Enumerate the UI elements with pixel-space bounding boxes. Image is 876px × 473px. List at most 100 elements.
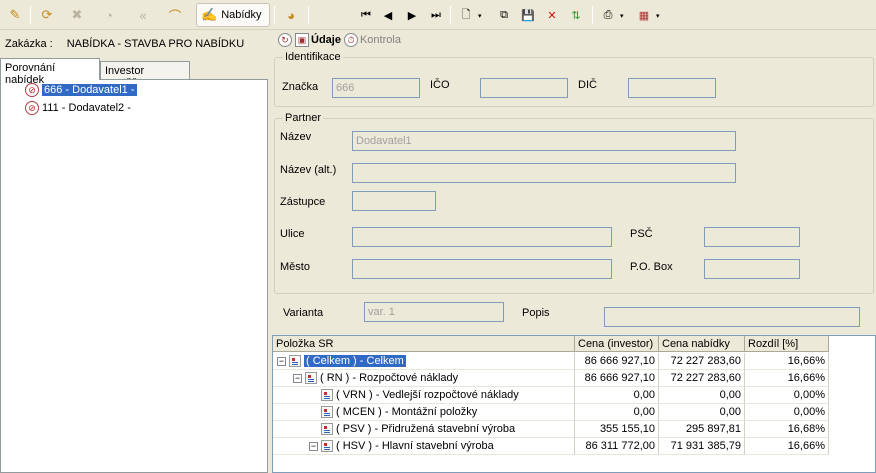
collapse-toggle-icon[interactable]: − [277, 356, 286, 366]
varianta-field[interactable]: var. 1 [364, 302, 504, 322]
dic-field[interactable] [628, 78, 716, 98]
budget-item-icon [289, 355, 301, 368]
row-label: ( MCEN ) - Montážní položky [336, 406, 478, 418]
cell-rozdil: 0,00% [745, 404, 829, 421]
cell-polozka: − ( Celkem ) - Celkem [273, 353, 575, 370]
toolbar-separator [592, 6, 593, 24]
left-tabs: Porovnání nabídek Investor soutěže [0, 58, 268, 89]
cell-rozdil: 0,00% [745, 387, 829, 404]
save-icon[interactable]: 💾 [518, 4, 538, 26]
collapse-toggle-icon[interactable]: − [293, 373, 302, 383]
nabidky-button[interactable]: ✍ Nabídky [196, 3, 270, 27]
nabidky-label: Nabídky [221, 9, 262, 21]
cell-polozka: − ( HSV ) - Hlavní stavební výroba [273, 438, 575, 455]
row-label: ( HSV ) - Hlavní stavební výroba [336, 440, 494, 452]
new-document-icon[interactable]: 🗋 [456, 4, 476, 26]
zastupce-field[interactable] [352, 191, 436, 211]
cancel-icon[interactable]: ✕ [542, 4, 562, 26]
tree-item[interactable]: ⊘ 111 - Dodavatel2 - [25, 100, 131, 116]
ico-field[interactable] [480, 78, 568, 98]
pobox-field[interactable] [704, 259, 800, 279]
polozky-grid: Položka SR Cena (investor) Cena nabídky … [272, 335, 876, 473]
table-row[interactable]: − ( HSV ) - Hlavní stavební výroba 86 311 … [273, 438, 875, 455]
row-label: ( Celkem ) - Celkem [304, 355, 406, 367]
print-icon[interactable]: ⎙ [598, 4, 618, 26]
row-label: ( RN ) - Rozpočtové náklady [320, 372, 459, 384]
print-dropdown-icon[interactable]: ▾ [620, 12, 626, 20]
nazev-field[interactable]: Dodavatel1 [352, 131, 736, 151]
cell-investor: 86 666 927,10 [575, 370, 659, 387]
new-dropdown-icon[interactable]: ▾ [478, 12, 484, 20]
cell-nabidka: 295 897,81 [659, 421, 745, 438]
cell-investor: 0,00 [575, 404, 659, 421]
detail-tabs: ↻ ▣ Údaje ⏱ Kontrola [272, 30, 876, 50]
tab-investor-souteze[interactable]: Investor soutěže [100, 61, 190, 89]
zakazka-header: Zakázka : NABÍDKA - STAVBA PRO NABÍDKU [0, 30, 268, 58]
cell-investor: 86 666 927,10 [575, 353, 659, 370]
dodavatel-tree: ⊘ 666 - Dodavatel1 - ⊘ 111 - Dodavatel2 … [0, 79, 268, 473]
reload-tab-icon[interactable]: ↻ [278, 33, 292, 47]
nabidky-icon: ✍ [201, 7, 218, 22]
refresh-icon[interactable]: ⟳ [36, 4, 58, 26]
delete-icon[interactable]: ✖ [66, 4, 88, 26]
ulice-label: Ulice [280, 228, 305, 240]
nazev-alt-field[interactable] [352, 163, 736, 183]
ulice-field[interactable] [352, 227, 612, 247]
cycle-icon[interactable]: ◔ [98, 4, 120, 26]
tab-porovnani-nabidek[interactable]: Porovnání nabídek [0, 58, 100, 86]
popis-label: Popis [522, 307, 550, 319]
table-row[interactable]: ( VRN ) - Vedlejší rozpočtové náklady 0,0… [273, 387, 875, 404]
tab-kontrola[interactable]: ⏱ Kontrola [343, 33, 401, 47]
cell-nabidka: 72 227 283,60 [659, 370, 745, 387]
psc-field[interactable] [704, 227, 800, 247]
kontrola-icon: ⏱ [343, 33, 358, 47]
budget-item-icon [321, 389, 333, 402]
cell-rozdil: 16,66% [745, 370, 829, 387]
last-record-icon[interactable]: ⏭ [426, 4, 446, 26]
first-record-icon[interactable]: ⏮ [356, 4, 376, 26]
cell-nabidka: 71 931 385,79 [659, 438, 745, 455]
cycle-icon: ↻ [278, 33, 292, 47]
znacka-field[interactable]: 666 [332, 78, 420, 98]
column-header-cena-investor[interactable]: Cena (investor) [575, 336, 659, 352]
export-icon[interactable]: ▦ [634, 4, 654, 26]
ico-label: IČO [430, 79, 450, 91]
table-row[interactable]: − ( RN ) - Rozpočtové náklady 86 666 927,1… [273, 370, 875, 387]
mesto-field[interactable] [352, 259, 612, 279]
edit-pencil-icon[interactable]: ✎ [4, 4, 26, 26]
export-dropdown-icon[interactable]: ▾ [656, 12, 662, 20]
arch-icon[interactable]: ⌒ [164, 4, 186, 26]
tab-label: Údaje [311, 34, 341, 46]
row-label: ( PSV ) - Přidružená stavební výroba [336, 423, 516, 435]
budget-item-icon [321, 423, 333, 436]
column-header-cena-nabidky[interactable]: Cena nabídky [659, 336, 745, 352]
cell-investor: 0,00 [575, 387, 659, 404]
table-row[interactable]: − ( Celkem ) - Celkem 86 666 927,10 72 227 … [273, 353, 875, 370]
supplier-icon: ⊘ [25, 101, 39, 115]
copy-icon[interactable]: ⧉ [494, 4, 514, 26]
nazev-alt-label: Název (alt.) [280, 164, 337, 176]
column-header-polozka[interactable]: Položka SR [273, 336, 575, 352]
collapse-toggle-icon[interactable]: − [309, 441, 318, 451]
popis-field[interactable] [604, 307, 860, 327]
pie-icon[interactable]: ◕ [280, 4, 302, 26]
toolbar-separator [450, 6, 451, 24]
cell-rozdil: 16,66% [745, 353, 829, 370]
zastupce-label: Zástupce [280, 196, 326, 208]
cell-polozka: ( VRN ) - Vedlejší rozpočtové náklady [273, 387, 575, 404]
psc-label: PSČ [630, 228, 653, 240]
next-record-icon[interactable]: ▶ [402, 4, 422, 26]
table-row[interactable]: ( PSV ) - Přidružená stavební výroba 355 … [273, 421, 875, 438]
tab-udaje[interactable]: ▣ Údaje [295, 33, 341, 47]
group-title: Identifikace [283, 51, 343, 63]
mesto-label: Město [280, 261, 310, 273]
column-header-rozdil[interactable]: Rozdíl [%] [745, 336, 829, 352]
prev-record-icon[interactable]: ◀ [378, 4, 398, 26]
cell-polozka: ( MCEN ) - Montážní položky [273, 404, 575, 421]
varianta-label: Varianta [283, 307, 324, 319]
toolbar-separator [308, 6, 309, 24]
rewind-icon[interactable]: « [132, 4, 154, 26]
reload-icon[interactable]: ⇅ [566, 4, 586, 26]
table-row[interactable]: ( MCEN ) - Montážní položky 0,00 0,00 0,00% [273, 404, 875, 421]
dic-label: DIČ [578, 79, 597, 91]
